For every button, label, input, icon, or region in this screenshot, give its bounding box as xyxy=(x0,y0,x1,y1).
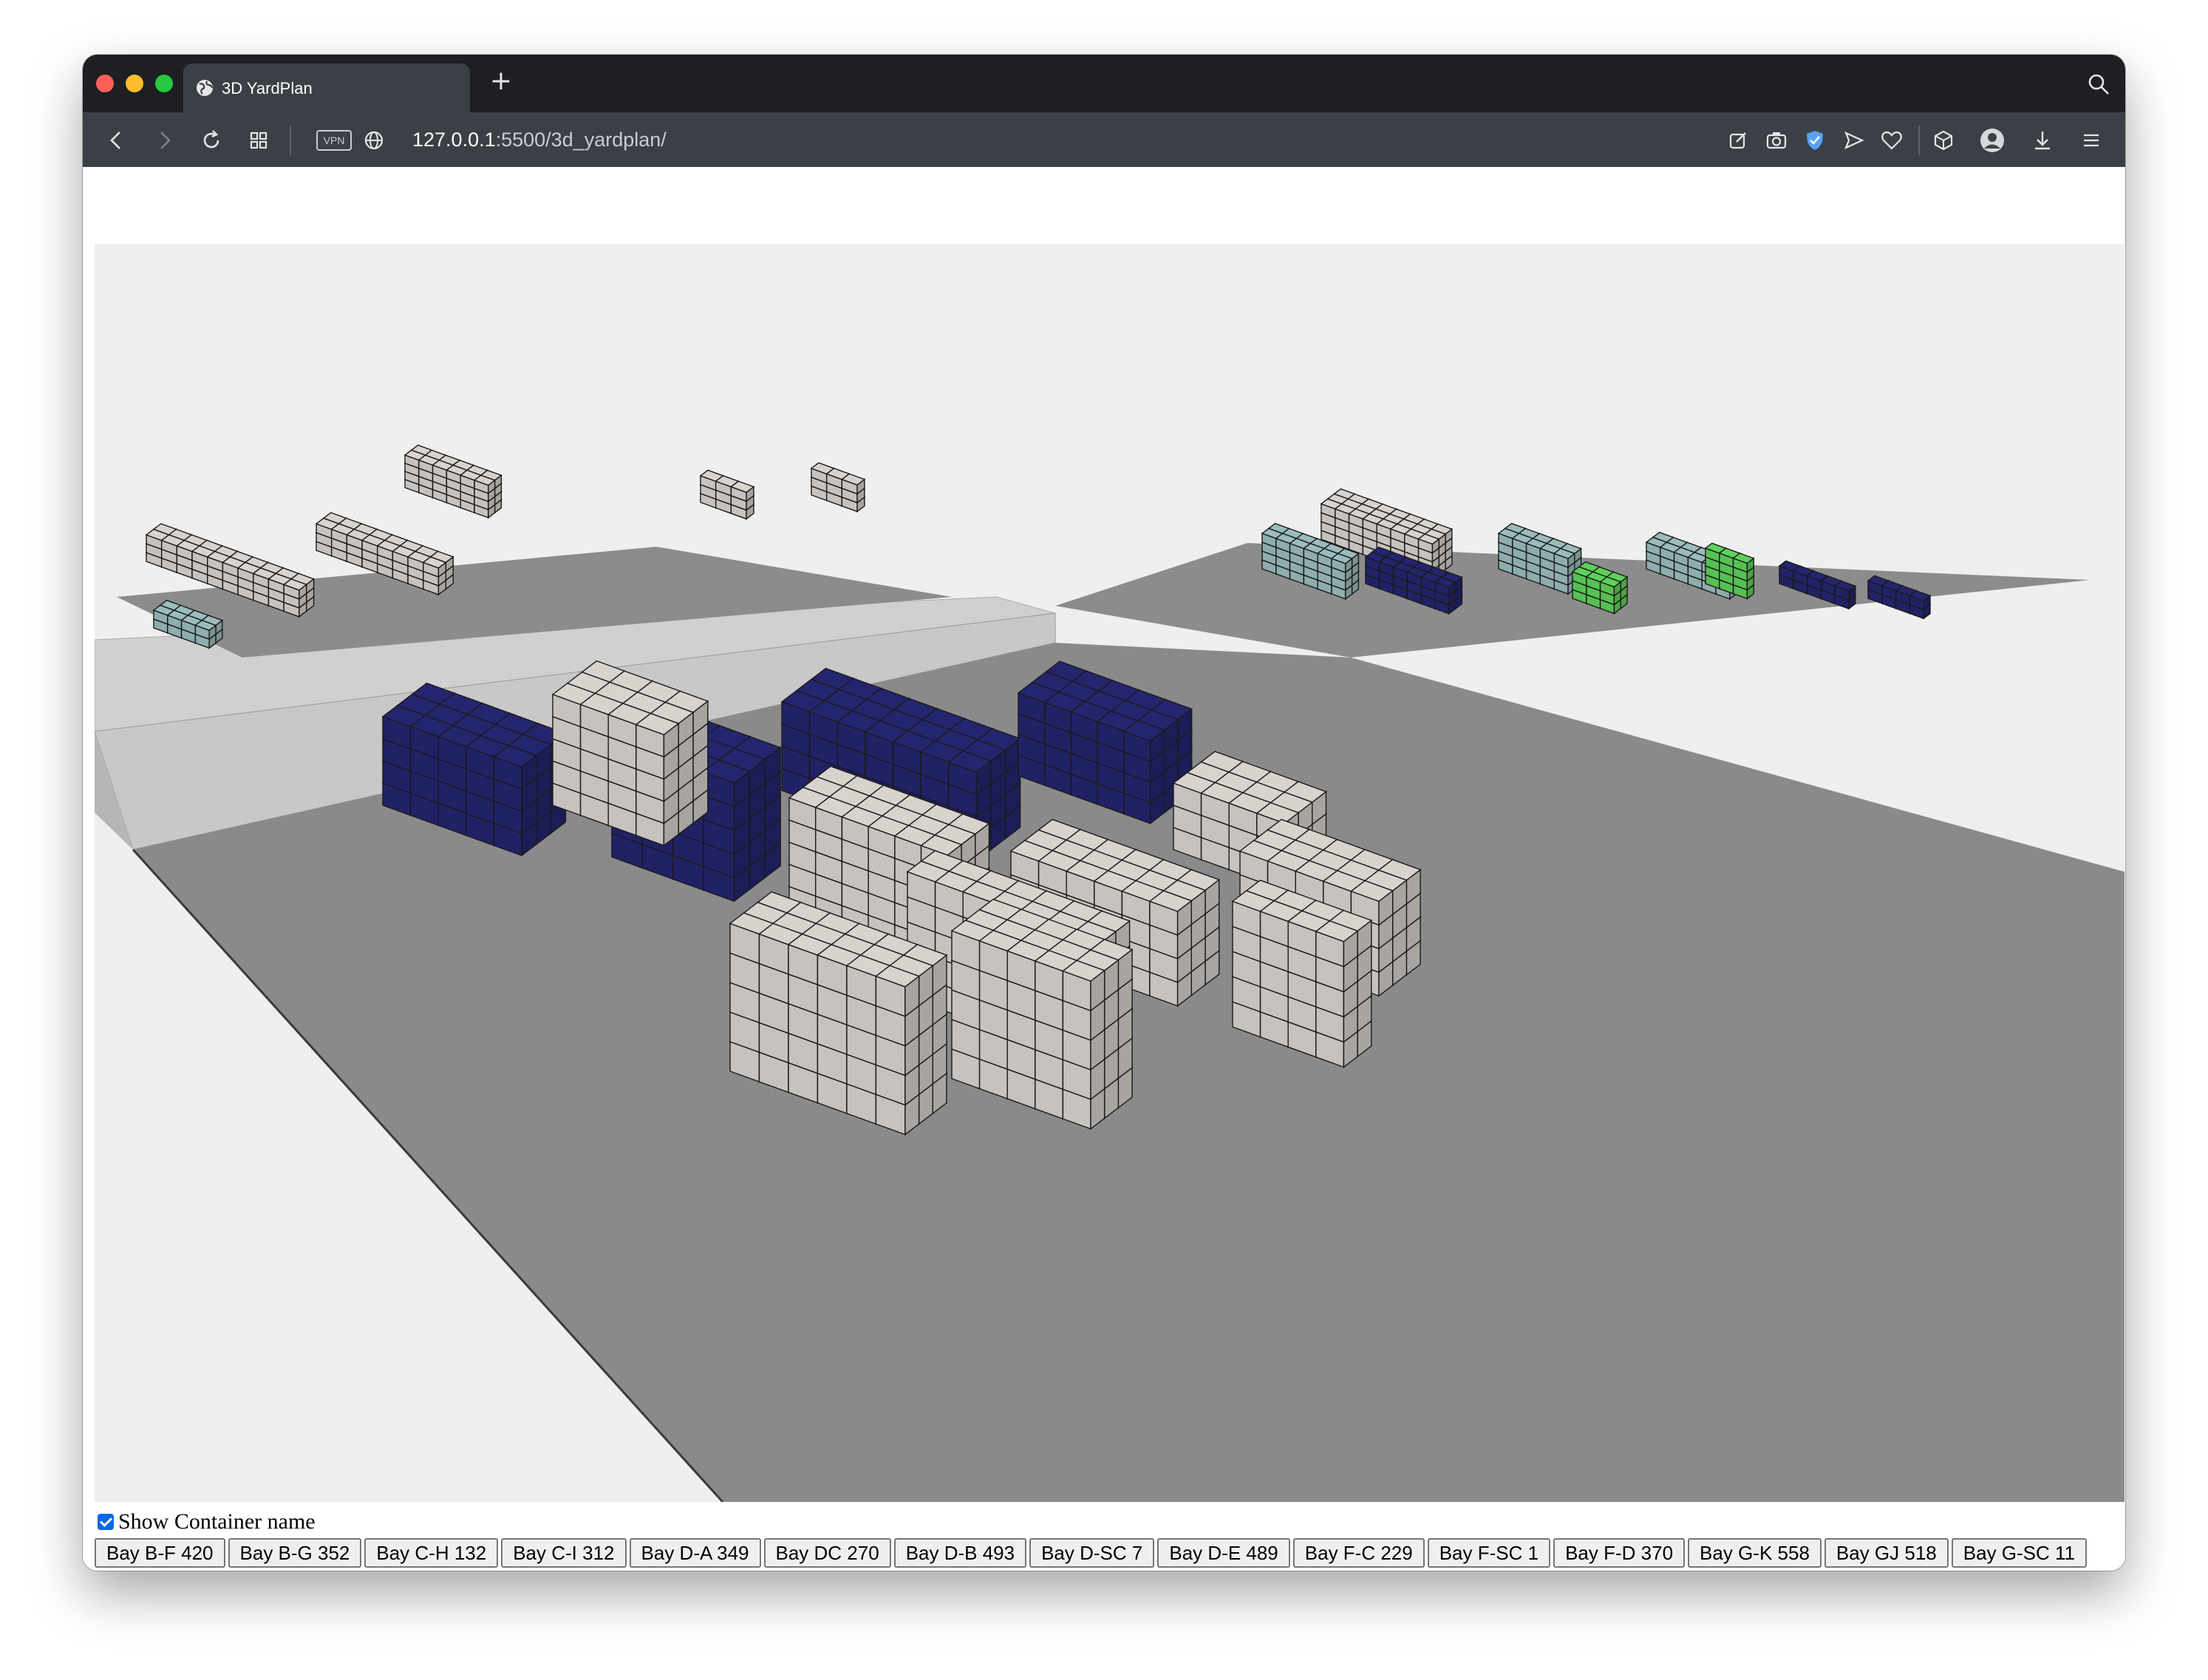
tab-title: 3D YardPlan xyxy=(222,79,313,98)
show-container-name-row: Show Container name xyxy=(95,1509,2119,1535)
forward-icon[interactable] xyxy=(151,127,177,154)
bay-button[interactable]: Bay C-H 132 xyxy=(364,1538,499,1568)
bay-button[interactable]: Bay D-E 489 xyxy=(1157,1538,1290,1568)
browser-window: 3D YardPlan + VPN 127.0.0.1:5500/3d_yard… xyxy=(83,55,2125,1571)
camera-icon[interactable] xyxy=(1763,127,1790,154)
tab-bar: 3D YardPlan + xyxy=(83,55,2125,112)
bay-button[interactable]: Bay B-F 420 xyxy=(95,1538,225,1568)
page-content: Show Container name Bay B-F 420 Bay B-G 3… xyxy=(83,167,2125,1571)
menu-icon[interactable] xyxy=(2078,127,2105,154)
yard-3d-scene xyxy=(95,444,2124,1502)
toolbar-separator xyxy=(290,126,291,155)
bay-button[interactable]: Bay DC 270 xyxy=(763,1538,891,1568)
url-host: 127.0.0.1 xyxy=(412,129,496,151)
bay-button-list: Bay B-F 420 Bay B-G 352 Bay C-H 132 Bay C-I… xyxy=(95,1538,2119,1571)
url-path: :5500/3d_yardplan/ xyxy=(495,129,667,151)
bay-button[interactable]: Bay F-C 229 xyxy=(1292,1538,1425,1568)
show-container-name-checkbox[interactable] xyxy=(98,1514,114,1530)
reload-icon[interactable] xyxy=(198,127,225,154)
search-icon[interactable] xyxy=(2087,72,2110,96)
grid-icon[interactable] xyxy=(245,127,272,154)
heart-icon[interactable] xyxy=(1878,127,1905,154)
bay-button[interactable]: Bay D-SC 7 xyxy=(1029,1538,1155,1568)
download-icon[interactable] xyxy=(2029,127,2056,154)
globe-icon[interactable] xyxy=(361,127,387,154)
show-container-name-label: Show Container name xyxy=(118,1509,316,1534)
bay-button[interactable]: Bay F-SC 1 xyxy=(1427,1538,1551,1568)
back-icon[interactable] xyxy=(103,127,130,154)
bay-button[interactable]: Bay GJ 518 xyxy=(1824,1538,1949,1568)
send-icon[interactable] xyxy=(1840,127,1867,154)
edit-icon[interactable] xyxy=(1725,127,1751,154)
toolbar-separator xyxy=(1918,126,1920,155)
bay-button[interactable]: Bay G-SC 11 xyxy=(1951,1538,2088,1568)
tab-3d-yardplan[interactable]: 3D YardPlan xyxy=(183,64,470,112)
close-window-button[interactable] xyxy=(96,75,114,92)
bay-button[interactable]: Bay D-A 349 xyxy=(629,1538,761,1568)
address-bar: VPN 127.0.0.1:5500/3d_yardplan/ xyxy=(83,112,2125,167)
avatar-icon[interactable] xyxy=(1979,127,2006,154)
bay-button[interactable]: Bay C-I 312 xyxy=(501,1538,627,1568)
url-field[interactable]: 127.0.0.1:5500/3d_yardplan/ xyxy=(412,129,667,151)
cube-icon[interactable] xyxy=(1930,127,1957,154)
bay-button[interactable]: Bay F-D 370 xyxy=(1553,1538,1686,1568)
new-tab-button[interactable]: + xyxy=(485,65,517,98)
bay-button[interactable]: Bay G-K 558 xyxy=(1688,1538,1822,1568)
zoom-window-button[interactable] xyxy=(155,75,173,92)
yard-3d-canvas[interactable] xyxy=(95,244,2124,1502)
bay-button[interactable]: Bay B-G 352 xyxy=(228,1538,362,1568)
globe-icon xyxy=(197,80,214,96)
minimize-window-button[interactable] xyxy=(126,75,143,92)
vpn-badge[interactable]: VPN xyxy=(316,130,352,151)
bay-controls: Show Container name Bay B-F 420 Bay B-G 3… xyxy=(95,1509,2119,1571)
bay-button[interactable]: Bay D-B 493 xyxy=(893,1538,1027,1568)
shield-icon[interactable] xyxy=(1802,127,1828,154)
